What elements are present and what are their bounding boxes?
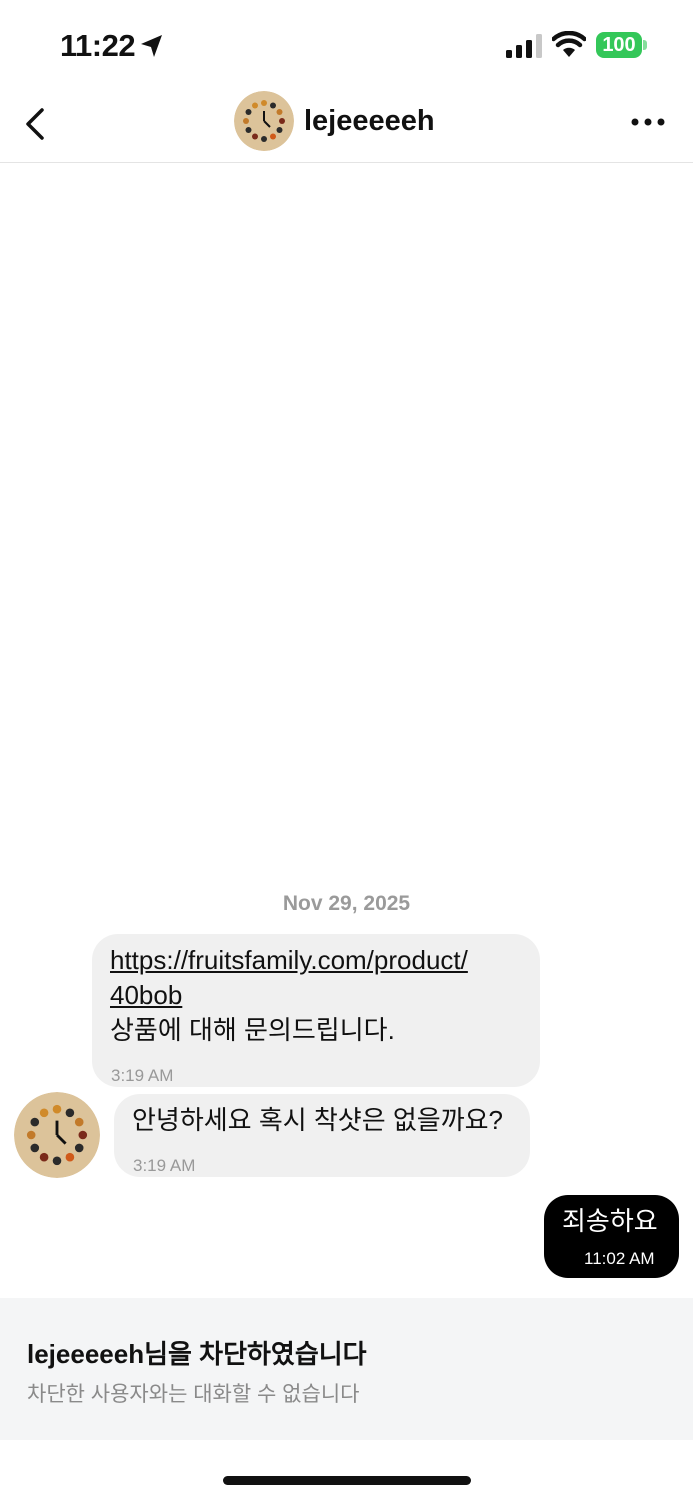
home-indicator[interactable]: [223, 1476, 471, 1485]
blocked-notice-panel: lejeeeeeh님을 차단하였습니다 차단한 사용자와는 대화할 수 없습니다: [0, 1298, 693, 1440]
chat-header: lejeeeeeh: [0, 90, 693, 163]
message-content: https://fruitsfamily.com/product/ 40bob …: [110, 943, 530, 1048]
cellular-signal-icon: [506, 34, 542, 58]
message-timestamp: 3:19 AM: [133, 1156, 196, 1175]
date-divider: Nov 29, 2025: [282, 892, 411, 915]
incoming-message-bubble[interactable]: 안녕하세요 혹시 착샷은 없을까요? 3:19 AM: [114, 1094, 530, 1177]
battery-tip: [643, 40, 647, 50]
message-text: 안녕하세요 혹시 착샷은 없을까요?: [132, 1105, 504, 1135]
chevron-left-icon[interactable]: [18, 104, 54, 144]
location-arrow-icon: [141, 35, 162, 57]
status-time: 11:22: [60, 28, 136, 63]
battery-level: 100: [596, 32, 642, 58]
more-horizontal-icon[interactable]: [628, 110, 668, 134]
message-timestamp: 11:02 AM: [584, 1249, 655, 1268]
header-user[interactable]: lejeeeeeh: [234, 90, 435, 152]
avatar[interactable]: [234, 91, 294, 151]
clock-avatar-image: [14, 1092, 100, 1178]
product-link-continued[interactable]: 40bob: [110, 980, 182, 1010]
clock-avatar-image: [234, 91, 294, 151]
blocked-subtitle: 차단한 사용자와는 대화할 수 없습니다: [27, 1383, 360, 1406]
header-username[interactable]: lejeeeeeh: [304, 105, 435, 138]
status-bar: 11:22 100: [0, 0, 693, 90]
message-text: 죄송하요: [562, 1206, 658, 1236]
wifi-icon: [552, 31, 586, 57]
incoming-message-bubble[interactable]: https://fruitsfamily.com/product/ 40bob …: [92, 934, 540, 1087]
message-timestamp: 3:19 AM: [111, 1066, 174, 1085]
battery-indicator: 100: [596, 32, 648, 60]
message-text: 상품에 대해 문의드립니다.: [110, 1015, 395, 1045]
blocked-title: lejeeeeeh님을 차단하였습니다: [27, 1339, 367, 1369]
product-link[interactable]: https://fruitsfamily.com/product/: [110, 945, 468, 975]
outgoing-message-bubble[interactable]: 죄송하요 11:02 AM: [544, 1195, 679, 1278]
sender-avatar[interactable]: [14, 1092, 100, 1178]
